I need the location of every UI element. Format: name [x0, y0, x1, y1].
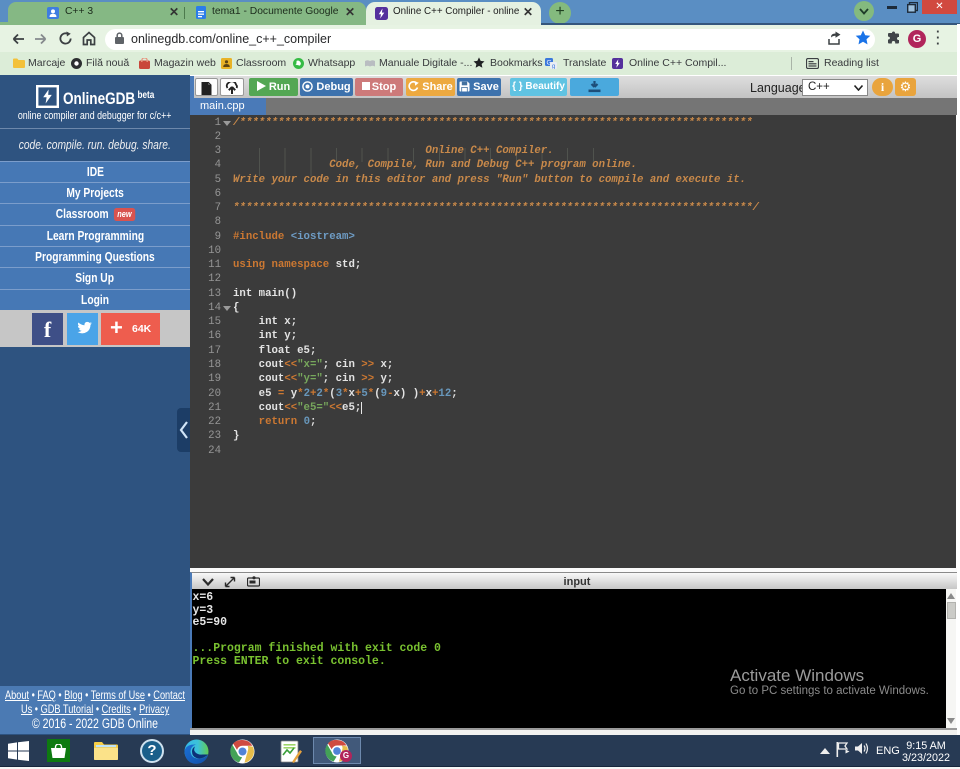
svg-text:g: g — [552, 64, 555, 69]
